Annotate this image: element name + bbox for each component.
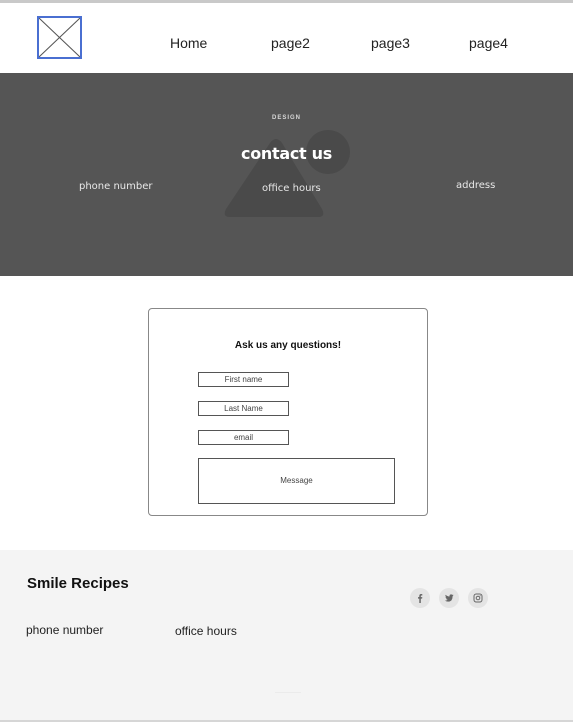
nav-page4-link[interactable]: page4 xyxy=(469,35,508,51)
instagram-link[interactable] xyxy=(468,588,488,608)
footer-divider xyxy=(275,692,301,693)
site-header: Home page2 page3 page4 xyxy=(0,3,573,73)
twitter-icon xyxy=(444,594,454,602)
hero-phone-number: phone number xyxy=(79,181,153,192)
facebook-icon xyxy=(418,594,423,603)
hero-eyebrow: DESIGN xyxy=(271,115,301,121)
image-placeholder-icon xyxy=(224,130,350,217)
footer-phone-number: phone number xyxy=(26,623,104,637)
image-placeholder-icon xyxy=(39,18,80,57)
site-footer: Smile Recipes phone number office hours xyxy=(0,550,573,720)
nav-page3-link[interactable]: page3 xyxy=(371,35,410,51)
nav-page2-link[interactable]: page2 xyxy=(271,35,310,51)
email-field[interactable] xyxy=(198,430,289,445)
contact-form: Ask us any questions! xyxy=(148,308,428,516)
footer-brand: Smile Recipes xyxy=(27,575,129,592)
instagram-icon xyxy=(473,593,483,603)
facebook-link[interactable] xyxy=(410,588,430,608)
message-field[interactable] xyxy=(198,458,395,504)
page-title: contact us xyxy=(241,144,332,163)
hero-office-hours: office hours xyxy=(262,183,321,194)
logo-placeholder-icon[interactable] xyxy=(37,16,82,59)
form-heading: Ask us any questions! xyxy=(234,340,342,351)
nav-home-link[interactable]: Home xyxy=(170,35,207,51)
twitter-link[interactable] xyxy=(439,588,459,608)
hero-address: address xyxy=(456,180,496,191)
first-name-field[interactable] xyxy=(198,372,289,387)
footer-office-hours: office hours xyxy=(175,624,237,638)
hero-banner: DESIGN contact us phone number office ho… xyxy=(0,73,573,276)
last-name-field[interactable] xyxy=(198,401,289,416)
